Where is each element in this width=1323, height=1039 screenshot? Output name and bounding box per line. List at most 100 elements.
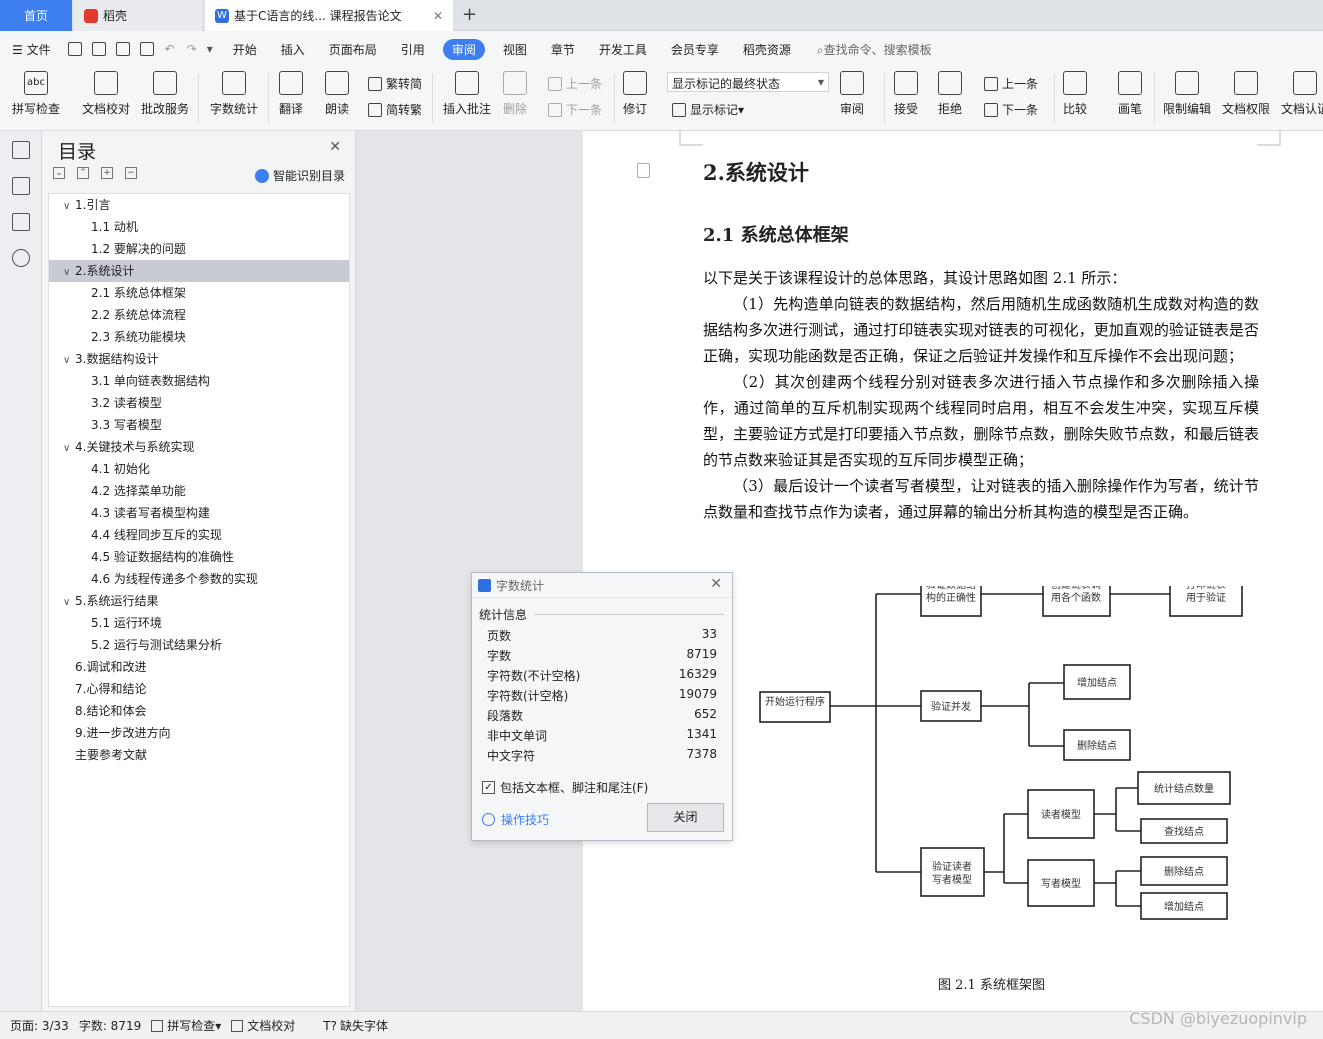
bookmark-icon[interactable] bbox=[12, 213, 30, 231]
doc-certify-button[interactable]: 文档认证 bbox=[1281, 71, 1323, 117]
insert-comment-button[interactable]: 插入批注 bbox=[443, 71, 491, 117]
compare-button[interactable]: 比较 bbox=[1063, 71, 1087, 117]
chevron-down-icon[interactable]: ∨ bbox=[63, 438, 75, 460]
menu-member[interactable]: 会员专享 bbox=[671, 41, 719, 58]
markup-state-select[interactable]: 显示标记的最终状态 bbox=[667, 72, 829, 92]
remove-heading-icon[interactable]: − bbox=[125, 167, 137, 179]
toc-item[interactable]: 8.结论和体会 bbox=[49, 700, 349, 722]
toc-item[interactable]: 4.5 验证数据结构的准确性 bbox=[49, 546, 349, 568]
toc-item[interactable]: 2.2 系统总体流程 bbox=[49, 304, 349, 326]
toc-item[interactable]: ∨ 1.引言 bbox=[49, 194, 349, 216]
menu-references[interactable]: 引用 bbox=[401, 41, 425, 58]
spell-check-button[interactable]: abc 拼写检查 bbox=[12, 71, 60, 117]
print-icon[interactable] bbox=[115, 42, 130, 56]
doc-proof-button[interactable]: 文档校对 bbox=[82, 71, 130, 117]
toc-item[interactable]: 4.2 选择菜单功能 bbox=[49, 480, 349, 502]
page-indicator[interactable]: 页面: 3/33 bbox=[10, 1017, 69, 1034]
tab-home[interactable]: 首页 bbox=[0, 0, 72, 31]
toc-item[interactable]: 4.3 读者写者模型构建 bbox=[49, 502, 349, 524]
read-aloud-button[interactable]: 朗读 bbox=[325, 71, 349, 117]
next-comment-button[interactable]: 下一条 bbox=[548, 101, 602, 118]
toc-item[interactable]: 3.2 读者模型 bbox=[49, 392, 349, 414]
accept-button[interactable]: 接受 bbox=[894, 71, 918, 117]
toc-item[interactable]: 9.进一步改进方向 bbox=[49, 722, 349, 744]
chevron-down-icon[interactable]: ∨ bbox=[63, 350, 75, 372]
include-textbox-checkbox[interactable]: ✓ 包括文本框、脚注和尾注(F) bbox=[482, 779, 648, 796]
reject-button[interactable]: 拒绝 bbox=[938, 71, 962, 117]
chevron-down-icon[interactable]: ∨ bbox=[63, 592, 75, 614]
doc-permission-button[interactable]: 文档权限 bbox=[1222, 71, 1270, 117]
toc-item[interactable]: 1.1 动机 bbox=[49, 216, 349, 238]
toc-item[interactable]: 6.调试和改进 bbox=[49, 656, 349, 678]
chevron-down-icon[interactable]: ∨ bbox=[63, 262, 75, 284]
quick-access-chevron-icon[interactable]: ▾ bbox=[207, 42, 213, 56]
tab-daoke[interactable]: 稻壳 bbox=[74, 0, 202, 31]
menu-view[interactable]: 视图 bbox=[503, 41, 527, 58]
word-count-button[interactable]: 字数统计 bbox=[210, 71, 258, 117]
chapter-nav-icon[interactable] bbox=[12, 177, 30, 195]
toc-panel-icon[interactable] bbox=[12, 141, 30, 159]
toc-item[interactable]: 1.2 要解决的问题 bbox=[49, 238, 349, 260]
toc-item[interactable]: 2.3 系统功能模块 bbox=[49, 326, 349, 348]
save-icon[interactable] bbox=[67, 42, 82, 56]
add-heading-icon[interactable]: + bbox=[101, 167, 113, 179]
status-spell-check[interactable]: 拼写检查 ▾ bbox=[151, 1017, 221, 1034]
menu-start[interactable]: 开始 bbox=[233, 41, 257, 58]
toc-item[interactable]: 4.1 初始化 bbox=[49, 458, 349, 480]
missing-font-indicator[interactable]: T? 缺失字体 bbox=[323, 1017, 388, 1034]
export-pdf-icon[interactable] bbox=[91, 42, 106, 56]
toc-item[interactable]: ∨ 4.关键技术与系统实现 bbox=[49, 436, 349, 458]
toc-item[interactable]: ∨ 3.数据结构设计 bbox=[49, 348, 349, 370]
document-page[interactable]: 2.系统设计 2.1 系统总体框架 以下是关于该课程设计的总体思路，其设计思路如… bbox=[583, 131, 1323, 1011]
collapse-all-icon[interactable]: ⌄ bbox=[53, 167, 65, 179]
annotation-service-button[interactable]: 批改服务 bbox=[141, 71, 189, 117]
close-button[interactable]: 关闭 bbox=[647, 803, 724, 832]
toc-item[interactable]: 3.3 写者模型 bbox=[49, 414, 349, 436]
close-icon[interactable]: ✕ bbox=[433, 9, 443, 23]
prev-comment-button[interactable]: 上一条 bbox=[548, 75, 602, 92]
file-menu[interactable]: ☰ 文件 bbox=[12, 41, 51, 58]
trad-to-simp-button[interactable]: 繁转简 bbox=[368, 75, 422, 92]
expand-all-icon[interactable]: ⌃ bbox=[77, 167, 89, 179]
next-change-button[interactable]: 下一条 bbox=[984, 101, 1038, 118]
show-markup-button[interactable]: 显示标记 ▾ bbox=[672, 101, 744, 118]
toc-item[interactable]: 主要参考文献 bbox=[49, 744, 349, 766]
paragraph-menu-icon[interactable] bbox=[637, 163, 650, 178]
menu-daoke-resources[interactable]: 稻壳资源 bbox=[743, 41, 791, 58]
status-doc-proof[interactable]: 文档校对 bbox=[231, 1017, 295, 1034]
toc-item[interactable]: 7.心得和结论 bbox=[49, 678, 349, 700]
prev-change-button[interactable]: 上一条 bbox=[984, 75, 1038, 92]
undo-icon[interactable]: ↶ bbox=[165, 42, 175, 56]
word-count-indicator[interactable]: 字数: 8719 bbox=[79, 1017, 141, 1034]
review-pane-button[interactable]: 审阅 bbox=[840, 71, 864, 117]
toc-item[interactable]: 2.1 系统总体框架 bbox=[49, 282, 349, 304]
menu-review[interactable]: 审阅 bbox=[442, 38, 485, 60]
tab-document[interactable]: W 基于C语言的线... 课程报告论文 ✕ bbox=[205, 0, 453, 31]
tips-link[interactable]: 操作技巧 bbox=[482, 811, 549, 828]
menu-chapter[interactable]: 章节 bbox=[551, 41, 575, 58]
menu-page-layout[interactable]: 页面布局 bbox=[329, 41, 377, 58]
toc-item[interactable]: 4.4 线程同步互斥的实现 bbox=[49, 524, 349, 546]
track-changes-button[interactable]: 修订 bbox=[623, 71, 647, 117]
toc-item[interactable]: ∨ 2.系统设计 bbox=[49, 260, 349, 282]
close-icon[interactable]: ✕ bbox=[710, 576, 722, 592]
toc-item[interactable]: ∨ 5.系统运行结果 bbox=[49, 590, 349, 612]
delete-comment-button[interactable]: 删除 bbox=[503, 71, 527, 117]
menu-insert[interactable]: 插入 bbox=[281, 41, 305, 58]
toc-item[interactable]: 5.2 运行与测试结果分析 bbox=[49, 634, 349, 656]
restrict-editing-button[interactable]: 限制编辑 bbox=[1163, 71, 1211, 117]
close-icon[interactable]: ✕ bbox=[329, 139, 341, 155]
search-icon[interactable] bbox=[12, 249, 30, 267]
print-preview-icon[interactable] bbox=[139, 42, 154, 56]
toc-item[interactable]: 3.1 单向链表数据结构 bbox=[49, 370, 349, 392]
smart-toc-button[interactable]: 智能识别目录 bbox=[254, 167, 345, 184]
simp-to-trad-button[interactable]: 简转繁 bbox=[368, 101, 422, 118]
chevron-down-icon[interactable]: ∨ bbox=[63, 196, 75, 218]
pen-button[interactable]: 画笔 bbox=[1118, 71, 1142, 117]
toc-item[interactable]: 5.1 运行环境 bbox=[49, 612, 349, 634]
command-search[interactable]: ⌕查找命令、搜索模板 bbox=[817, 41, 932, 58]
toc-item[interactable]: 4.6 为线程传递多个参数的实现 bbox=[49, 568, 349, 590]
translate-button[interactable]: 翻译 bbox=[279, 71, 303, 117]
add-tab-icon[interactable]: + bbox=[462, 4, 477, 25]
menu-developer[interactable]: 开发工具 bbox=[599, 41, 647, 58]
